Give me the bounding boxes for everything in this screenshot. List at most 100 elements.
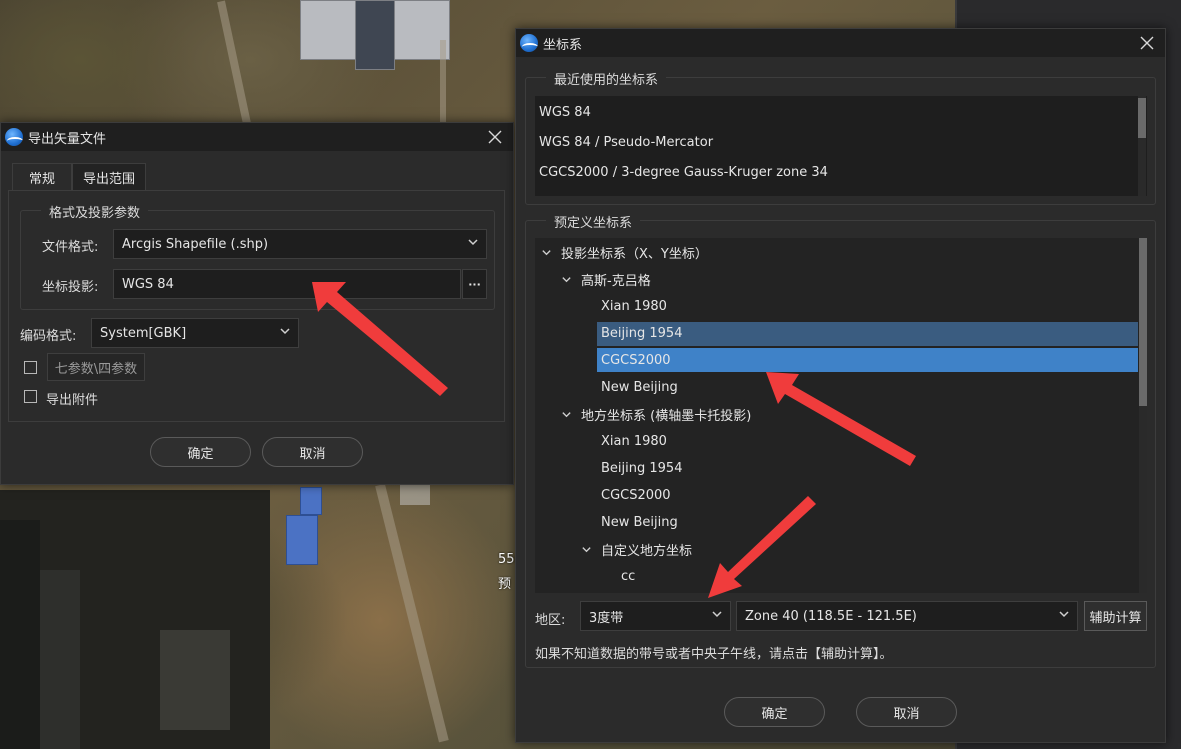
tree-leaf-selected[interactable]: CGCS2000	[601, 348, 671, 373]
map-road	[217, 0, 251, 125]
ellipsis-icon: ···	[468, 277, 481, 291]
tree-leaf[interactable]: New Beijing	[601, 375, 678, 400]
export-dialog-title: 导出矢量文件	[28, 131, 107, 147]
tree-leaf[interactable]: CGCS2000	[601, 483, 671, 508]
export-ok-button[interactable]: 确定	[150, 437, 251, 467]
map-label: 预	[498, 577, 512, 592]
list-item[interactable]: WGS 84 / Pseudo-Mercator	[535, 127, 1135, 157]
coord-cancel-button[interactable]: 取消	[856, 697, 957, 727]
tree-node-label: New Beijing	[601, 380, 678, 395]
chevron-down-icon	[710, 608, 724, 624]
group-title: 最近使用的坐标系	[546, 69, 667, 88]
list-item-label: WGS 84	[539, 104, 591, 120]
row-selected	[597, 348, 1138, 372]
app-logo-icon	[520, 34, 538, 52]
list-item[interactable]: WGS 84	[535, 97, 1135, 127]
cancel-label: 取消	[299, 446, 326, 462]
map-building	[355, 0, 395, 70]
tree-node-custom-local[interactable]: 自定义地方坐标	[579, 537, 692, 562]
tree-node-label: 高斯-克吕格	[581, 274, 651, 289]
chevron-down-icon	[1057, 608, 1071, 624]
list-item-label: WGS 84 / Pseudo-Mercator	[539, 134, 714, 150]
seven-params-label: 七参数\四参数	[54, 361, 138, 377]
export-dialog-titlebar[interactable]: 导出矢量文件	[1, 123, 513, 151]
tree-node-label: Beijing 1954	[601, 461, 683, 476]
scroll-thumb[interactable]	[1138, 98, 1146, 138]
band-select[interactable]: 3度带	[580, 601, 731, 631]
close-icon[interactable]	[1137, 33, 1157, 53]
group-title: 预定义坐标系	[546, 212, 641, 231]
map-field	[40, 570, 80, 749]
map-road	[440, 40, 446, 125]
coord-dialog-titlebar[interactable]: 坐标系	[516, 29, 1165, 57]
map-road	[375, 483, 449, 743]
tree-node-projected[interactable]: 投影坐标系（X、Y坐标）	[539, 240, 708, 265]
tree-leaf[interactable]: Beijing 1954	[601, 321, 682, 346]
hint-text: 如果不知道数据的带号或者中央子午线，请点击【辅助计算】。	[535, 647, 893, 662]
tree-node-label: 自定义地方坐标	[601, 544, 693, 559]
assist-label: 辅助计算	[1089, 610, 1142, 626]
ok-label: 确定	[761, 706, 788, 722]
assist-calc-button[interactable]: 辅助计算	[1084, 601, 1147, 631]
list-item[interactable]: CGCS2000 / 3-degree Gauss-Kruger zone 34	[535, 157, 1135, 187]
list-item-label: CGCS2000 / 3-degree Gauss-Kruger zone 34	[539, 164, 828, 180]
export-attachments-checkbox[interactable]	[24, 390, 37, 403]
tree-scrollbar[interactable]	[1139, 238, 1147, 593]
tree-node-label: CGCS2000	[601, 353, 671, 368]
tree-leaf[interactable]: Beijing 1954	[601, 456, 682, 481]
tree-leaf[interactable]: Xian 1980	[601, 429, 667, 454]
tree-node-label: cc	[621, 569, 636, 584]
tab-export-range-label: 导出范围	[82, 171, 135, 187]
file-format-label: 文件格式:	[42, 240, 99, 255]
map-field	[0, 520, 40, 749]
scroll-thumb[interactable]	[1139, 238, 1147, 406]
tab-general-label: 常规	[28, 172, 55, 187]
export-attachments-label: 导出附件	[46, 393, 99, 408]
tree-node-label: New Beijing	[601, 515, 678, 530]
tree-leaf[interactable]: cc	[621, 564, 635, 589]
zone-select[interactable]: Zone 40 (118.5E - 121.5E)	[736, 601, 1078, 631]
tree-leaf[interactable]: Xian 1980	[601, 294, 667, 319]
tree-node-label: Xian 1980	[601, 299, 667, 314]
ok-label: 确定	[187, 446, 214, 462]
app-logo-icon	[5, 128, 23, 146]
tab-export-range[interactable]: 导出范围	[72, 163, 146, 191]
tree-node-label: 投影坐标系（X、Y坐标）	[561, 247, 708, 262]
tree-node-local[interactable]: 地方坐标系 (横轴墨卡托投影)	[559, 402, 751, 427]
group-title: 格式及投影参数	[41, 202, 149, 221]
recent-coord-list[interactable]: WGS 84 WGS 84 / Pseudo-Mercator CGCS2000…	[535, 96, 1147, 196]
map-building	[286, 515, 318, 565]
chevron-down-icon[interactable]	[559, 273, 573, 287]
projection-browse-button[interactable]: ···	[462, 269, 487, 299]
zone-value: Zone 40 (118.5E - 121.5E)	[745, 608, 917, 624]
chevron-down-icon[interactable]	[539, 246, 553, 260]
predefined-coord-tree[interactable]: 投影坐标系（X、Y坐标） 高斯-克吕格 Xian 1980 Beijing 19…	[535, 238, 1147, 593]
coord-dialog-title: 坐标系	[543, 37, 583, 53]
tree-leaf[interactable]: New Beijing	[601, 510, 678, 535]
coord-ok-button[interactable]: 确定	[724, 697, 825, 727]
projection-value: WGS 84	[122, 276, 174, 292]
recent-scrollbar[interactable]	[1138, 96, 1146, 196]
file-format-select[interactable]: Arcgis Shapefile (.shp)	[113, 229, 487, 259]
chevron-down-icon[interactable]	[559, 408, 573, 422]
tree-node-label: Beijing 1954	[601, 326, 683, 341]
tree-node-label: 地方坐标系 (横轴墨卡托投影)	[581, 409, 752, 424]
tree-node-label: Xian 1980	[601, 434, 667, 449]
map-road	[400, 485, 430, 505]
encoding-select[interactable]: System[GBK]	[91, 318, 299, 348]
cancel-label: 取消	[893, 706, 920, 722]
close-icon[interactable]	[485, 127, 505, 147]
region-label: 地区:	[535, 613, 566, 628]
chevron-down-icon	[466, 236, 480, 252]
seven-params-button[interactable]: 七参数\四参数	[47, 353, 145, 381]
projection-input[interactable]: WGS 84	[113, 269, 461, 299]
tree-node-label: CGCS2000	[601, 488, 671, 503]
tree-node-gauss-kruger[interactable]: 高斯-克吕格	[559, 267, 651, 292]
map-field	[160, 630, 230, 730]
file-format-value: Arcgis Shapefile (.shp)	[122, 236, 269, 252]
export-cancel-button[interactable]: 取消	[262, 437, 363, 467]
tab-general[interactable]: 常规	[12, 163, 72, 191]
seven-params-checkbox[interactable]	[24, 361, 37, 374]
chevron-down-icon[interactable]	[579, 543, 593, 557]
encoding-label: 编码格式:	[20, 329, 77, 344]
